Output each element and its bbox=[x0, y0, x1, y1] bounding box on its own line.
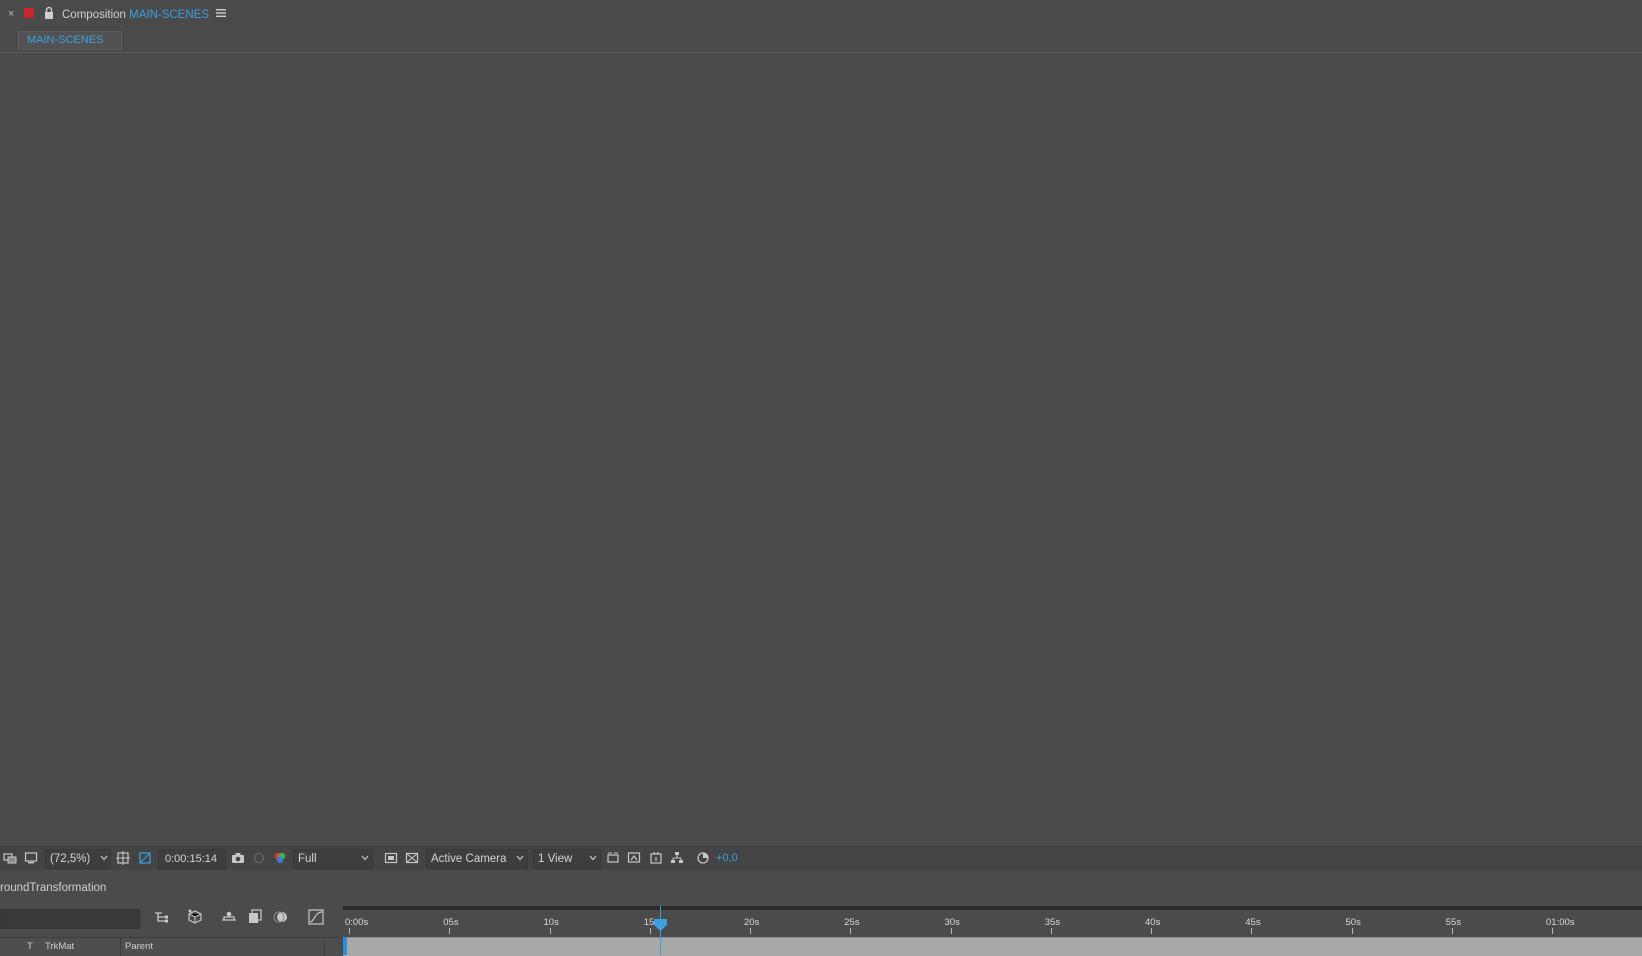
ruler-tick-label: 35s bbox=[1044, 917, 1061, 928]
layer-column-header: T TrkMat Parent bbox=[0, 937, 340, 956]
ruler-tick bbox=[1451, 928, 1453, 934]
toggle-pixel-aspect-icon[interactable] bbox=[606, 851, 620, 865]
ruler-tick-label: 30s bbox=[944, 917, 960, 928]
resolution-dropdown[interactable]: Full bbox=[293, 849, 373, 869]
hamburger-menu-icon[interactable] bbox=[216, 8, 226, 18]
composition-viewer[interactable] bbox=[0, 53, 1642, 845]
ruler-tick bbox=[850, 928, 852, 934]
snapshot-camera-icon[interactable] bbox=[231, 851, 245, 865]
ruler-tick bbox=[750, 928, 751, 934]
ruler-tick-label: 25s bbox=[844, 917, 860, 928]
ruler-tick-label: 45s bbox=[1245, 917, 1261, 928]
column-separator bbox=[324, 938, 325, 956]
motion-blur-icon[interactable] bbox=[272, 908, 290, 926]
work-area-start-handle[interactable] bbox=[343, 937, 347, 955]
close-panel-button[interactable]: × bbox=[8, 6, 14, 22]
zoom-value: (72,5%) bbox=[50, 853, 91, 865]
chevron-down-icon bbox=[361, 855, 369, 861]
resolution-value: Full bbox=[298, 853, 317, 865]
time-navigator-bar[interactable] bbox=[343, 906, 1642, 910]
ruler-tick bbox=[349, 928, 350, 934]
ruler-tick-label: 01:00s bbox=[1546, 917, 1575, 928]
transparency-grid-icon[interactable] bbox=[138, 851, 152, 865]
comp-flowchart-icon[interactable] bbox=[153, 908, 171, 926]
ruler-tick bbox=[1552, 928, 1553, 934]
graph-editor-icon[interactable] bbox=[307, 908, 325, 926]
flowchart-icon[interactable] bbox=[670, 851, 684, 865]
frame-blending-icon[interactable] bbox=[246, 908, 264, 926]
region-of-interest-icon[interactable] bbox=[116, 851, 130, 865]
label-color-swatch[interactable] bbox=[24, 8, 34, 18]
current-time-indicator-handle[interactable] bbox=[653, 918, 668, 932]
timecode-value: 0:00:15:14 bbox=[165, 853, 217, 865]
fast-previews-icon[interactable] bbox=[384, 851, 398, 865]
color-channels-icon[interactable] bbox=[273, 851, 287, 865]
render-preview-icon[interactable] bbox=[649, 851, 663, 865]
show-snapshot-icon[interactable] bbox=[252, 851, 266, 865]
ruler-tick bbox=[649, 928, 651, 934]
ruler-tick bbox=[1050, 928, 1052, 934]
ruler-tick bbox=[1251, 928, 1253, 934]
ruler-tick-label: 0:00s bbox=[345, 917, 369, 928]
monitor-icon[interactable] bbox=[24, 851, 38, 865]
chevron-down-icon bbox=[516, 855, 524, 861]
time-ruler[interactable]: 0:00s 05s 10s 15s 20s 25s 30s 35s 40s 45s 50s 55s 01… bbox=[343, 906, 1642, 936]
toggle-transparency-icon[interactable] bbox=[405, 851, 419, 865]
lock-icon[interactable] bbox=[43, 6, 55, 20]
ruler-tick bbox=[1151, 928, 1152, 934]
always-preview-icon[interactable] bbox=[3, 851, 17, 865]
shy-layers-icon[interactable] bbox=[220, 908, 238, 926]
column-t[interactable]: T bbox=[27, 941, 33, 953]
tab-label: MAIN-SCENES bbox=[27, 34, 104, 46]
work-area-bar[interactable] bbox=[343, 937, 1642, 956]
chevron-down-icon bbox=[589, 855, 597, 861]
column-separator bbox=[120, 938, 121, 956]
panel-title-comp: MAIN-SCENES bbox=[129, 9, 209, 21]
tab-main-scenes[interactable]: MAIN-SCENES bbox=[18, 31, 122, 50]
ruler-tick bbox=[449, 928, 451, 934]
chevron-down-icon bbox=[100, 855, 108, 861]
ruler-tick bbox=[549, 928, 551, 934]
column-parent[interactable]: Parent bbox=[125, 941, 153, 953]
composition-panel-header bbox=[0, 0, 1642, 53]
view-layout-dropdown[interactable]: 1 View bbox=[533, 849, 601, 869]
panel-title-prefix: Composition bbox=[62, 9, 126, 21]
timeline-comp-name: roundTransformation bbox=[0, 882, 107, 894]
ruler-tick-label: 50s bbox=[1345, 917, 1361, 928]
camera-dropdown[interactable]: Active Camera bbox=[426, 849, 528, 869]
reset-exposure-icon[interactable] bbox=[696, 851, 710, 865]
viewer-toolbar: (72,5%) 0:00:15:14 Full Active Camera 1 … bbox=[0, 846, 1642, 871]
camera-value: Active Camera bbox=[431, 853, 507, 865]
ruler-tick-label: 10s bbox=[543, 917, 559, 928]
ruler-tick bbox=[1351, 928, 1353, 934]
layer-search-input[interactable] bbox=[0, 909, 140, 929]
ruler-tick bbox=[950, 928, 952, 934]
ruler-tick-label: 05s bbox=[443, 917, 459, 928]
ruler-tick-label: 40s bbox=[1145, 917, 1161, 928]
ruler-tick-label: 55s bbox=[1445, 917, 1462, 928]
exposure-value[interactable]: +0,0 bbox=[716, 851, 738, 866]
3d-draft-icon[interactable] bbox=[627, 851, 641, 865]
view-layout-value: 1 View bbox=[538, 853, 573, 865]
ruler-tick-label: 20s bbox=[744, 917, 760, 928]
zoom-dropdown[interactable]: (72,5%) bbox=[45, 849, 111, 869]
panel-title: Composition MAIN-SCENES bbox=[62, 7, 209, 23]
draft-3d-icon[interactable] bbox=[186, 908, 204, 926]
timecode-field[interactable]: 0:00:15:14 bbox=[158, 849, 226, 869]
column-trkmat[interactable]: TrkMat bbox=[45, 941, 74, 953]
